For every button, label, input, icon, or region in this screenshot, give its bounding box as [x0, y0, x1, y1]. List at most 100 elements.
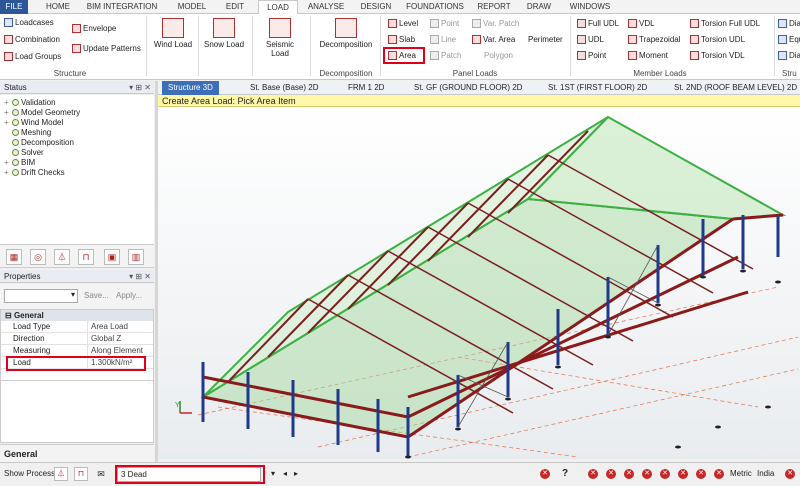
- seismic-load-icon: [269, 18, 291, 38]
- frame-icon[interactable]: ⊓: [78, 249, 94, 265]
- load-groups-button[interactable]: Load Groups: [4, 51, 61, 62]
- tab-st-2nd-2d[interactable]: St. 2ND (ROOF BEAM LEVEL) 2D: [674, 81, 797, 95]
- status-item-bim[interactable]: + BIM: [0, 158, 154, 168]
- load-icon[interactable]: ⏃: [54, 249, 70, 265]
- lock-icon[interactable]: ▣: [104, 249, 120, 265]
- load-icon[interactable]: ⏃: [54, 467, 68, 481]
- error-icon[interactable]: ✕: [540, 469, 550, 479]
- frame-load-icon[interactable]: ⊓: [74, 467, 88, 481]
- perimeter-button[interactable]: Perimeter: [528, 34, 563, 45]
- diaphragm-button-2[interactable]: Diaph: [778, 50, 800, 61]
- update-patterns-button[interactable]: Update Patterns: [72, 43, 141, 54]
- status-item-drift-checks[interactable]: + Drift Checks: [0, 168, 154, 178]
- status-item-wind-model[interactable]: + Wind Model: [0, 118, 154, 128]
- expand-icon[interactable]: +: [4, 158, 10, 168]
- grid-icon[interactable]: ▥: [128, 249, 144, 265]
- decomposition-button[interactable]: Decomposition: [318, 18, 374, 49]
- menu-load[interactable]: LOAD: [258, 0, 298, 15]
- full-udl-button[interactable]: Full UDL: [577, 18, 619, 29]
- level-load-button[interactable]: Level: [388, 18, 418, 29]
- line-load-icon: [430, 35, 439, 45]
- line-panel-load-button[interactable]: Line: [430, 34, 456, 45]
- property-row[interactable]: Direction Global Z: [1, 333, 153, 345]
- tab-st-base-2d[interactable]: St. Base (Base) 2D: [250, 81, 318, 95]
- torsion-full-udl-button[interactable]: Torsion Full UDL: [690, 18, 760, 29]
- help-icon[interactable]: ?: [562, 468, 568, 479]
- menu-home[interactable]: HOME: [38, 0, 78, 14]
- error-icon[interactable]: ✕: [588, 469, 598, 479]
- table-icon[interactable]: ▦: [6, 249, 22, 265]
- expand-icon[interactable]: +: [4, 98, 10, 108]
- member-point-button[interactable]: Point: [577, 50, 606, 61]
- polygon-button[interactable]: Polygon: [484, 50, 513, 61]
- next-loadcase-button[interactable]: ▸: [291, 468, 301, 480]
- viewport-3d[interactable]: Y: [158, 107, 800, 459]
- chevron-down-icon[interactable]: ▾: [268, 468, 278, 480]
- structure-model-render[interactable]: Y: [158, 107, 800, 459]
- tab-st-gf-2d[interactable]: St. GF (GROUND FLOOR) 2D: [414, 81, 522, 95]
- error-icon[interactable]: ✕: [660, 469, 670, 479]
- apply-button[interactable]: Apply...: [116, 291, 142, 300]
- pin-icon[interactable]: ▾ ⊞ ✕: [129, 81, 151, 94]
- tab-structure-3d[interactable]: Structure 3D: [162, 81, 219, 95]
- slab-load-button[interactable]: Slab: [388, 34, 415, 45]
- globe-icon[interactable]: ◎: [30, 249, 46, 265]
- udl-button[interactable]: UDL: [577, 34, 604, 45]
- error-icon[interactable]: ✕: [714, 469, 724, 479]
- seismic-load-button[interactable]: Seismic Load: [258, 18, 302, 58]
- group-separator: [310, 16, 311, 76]
- units-label[interactable]: Metric: [730, 468, 752, 480]
- menu-design[interactable]: DESIGN: [354, 0, 398, 14]
- loadcases-button[interactable]: Loadcases: [4, 17, 54, 28]
- expand-icon[interactable]: +: [4, 168, 10, 178]
- diaphragm-button[interactable]: Diaph: [778, 18, 800, 29]
- expand-icon[interactable]: +: [4, 118, 10, 128]
- error-icon[interactable]: ✕: [606, 469, 616, 479]
- menu-bar: FILE HOME BIM INTEGRATION MODEL EDIT LOA…: [0, 0, 800, 15]
- error-icon[interactable]: ✕: [785, 469, 795, 479]
- object-select[interactable]: ▾: [4, 289, 78, 303]
- combination-button[interactable]: Combination: [4, 34, 60, 45]
- menu-windows[interactable]: WINDOWS: [562, 0, 618, 14]
- menu-foundations[interactable]: FOUNDATIONS: [404, 0, 466, 14]
- status-item-solver[interactable]: Solver: [0, 148, 154, 158]
- var-patch-button[interactable]: Var. Patch: [472, 18, 519, 29]
- vdl-button[interactable]: VDL: [628, 18, 655, 29]
- region-label[interactable]: India: [757, 468, 774, 480]
- error-icon[interactable]: ✕: [678, 469, 688, 479]
- tab-frm-1-2d[interactable]: FRM 1 2D: [348, 81, 384, 95]
- expand-icon[interactable]: +: [4, 108, 10, 118]
- svg-text:Y: Y: [175, 402, 180, 409]
- menu-report[interactable]: REPORT: [472, 0, 516, 14]
- envelope-icon[interactable]: ✉: [94, 467, 108, 481]
- error-icon[interactable]: ✕: [642, 469, 652, 479]
- torsion-vdl-button[interactable]: Torsion VDL: [690, 50, 745, 61]
- equipment-button[interactable]: Equip: [778, 34, 800, 45]
- save-button[interactable]: Save...: [84, 291, 109, 300]
- property-row[interactable]: Load Type Area Load: [1, 321, 153, 333]
- point-panel-load-button[interactable]: Point: [430, 18, 459, 29]
- patch-panel-load-button[interactable]: Patch: [430, 50, 461, 61]
- error-icon[interactable]: ✕: [696, 469, 706, 479]
- trapezoidal-button[interactable]: Trapezoidal: [628, 34, 681, 45]
- menu-model[interactable]: MODEL: [172, 0, 212, 14]
- wind-load-button[interactable]: Wind Load: [152, 18, 194, 49]
- status-item-model-geometry[interactable]: + Model Geometry: [0, 108, 154, 118]
- menu-bim-integration[interactable]: BIM INTEGRATION: [82, 0, 162, 14]
- error-icon[interactable]: ✕: [624, 469, 634, 479]
- torsion-udl-button[interactable]: Torsion UDL: [690, 34, 745, 45]
- tab-st-1st-2d[interactable]: St. 1ST (FIRST FLOOR) 2D: [548, 81, 647, 95]
- prev-loadcase-button[interactable]: ◂: [280, 468, 290, 480]
- menu-edit[interactable]: EDIT: [218, 0, 252, 14]
- menu-analyse[interactable]: ANALYSE: [304, 0, 348, 14]
- status-item-meshing[interactable]: Meshing: [0, 128, 154, 138]
- status-item-decomposition[interactable]: Decomposition: [0, 138, 154, 148]
- menu-draw[interactable]: DRAW: [522, 0, 556, 14]
- menu-file[interactable]: FILE: [0, 0, 28, 14]
- envelope-button[interactable]: Envelope: [72, 23, 116, 34]
- snow-load-button[interactable]: Snow Load: [202, 18, 246, 49]
- moment-button[interactable]: Moment: [628, 50, 668, 61]
- status-item-validation[interactable]: + Validation: [0, 98, 154, 108]
- pin-icon[interactable]: ▾ ⊞ ✕: [129, 270, 151, 283]
- var-area-button[interactable]: Var. Area: [472, 34, 515, 45]
